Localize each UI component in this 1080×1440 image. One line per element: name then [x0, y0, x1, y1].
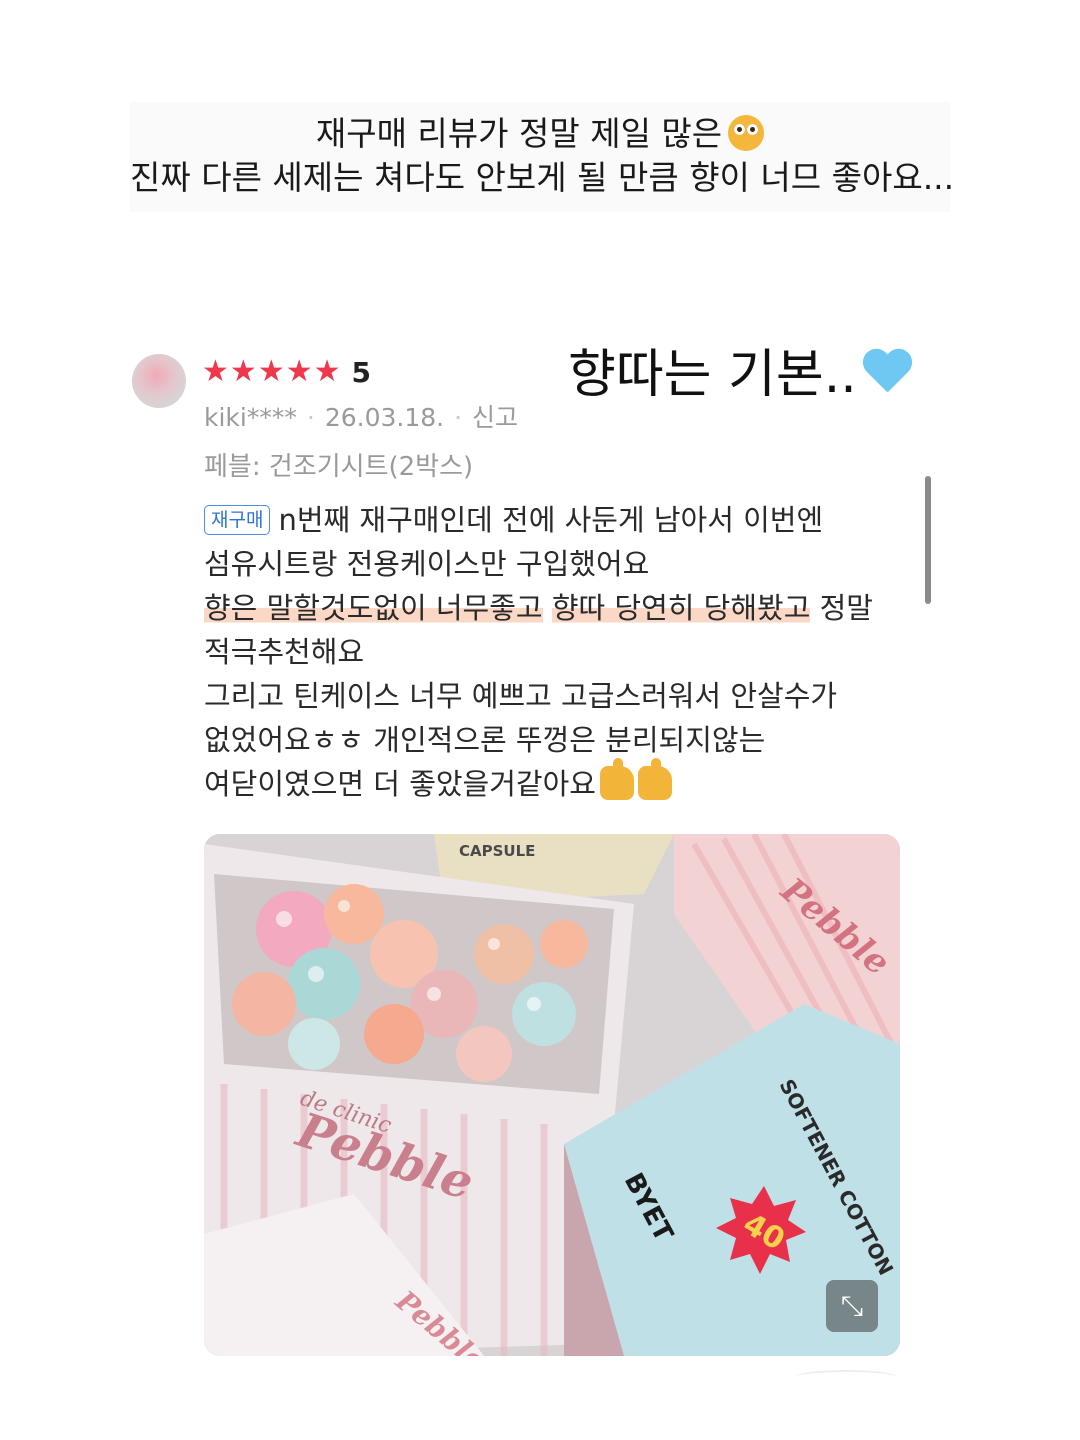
star-icon: ★: [202, 354, 229, 389]
review-photo[interactable]: CAPSULE Pebble de clinic Pebble SOFTENER…: [204, 834, 900, 1356]
star-icon: ★: [313, 354, 341, 389]
caption-line-1-text: 재구매 리뷰가 정말 제일 많은: [315, 114, 723, 153]
review-date: 26.03.18.: [324, 403, 445, 432]
review-line: 섬유시트랑 전용케이스만 구입했어요: [204, 547, 650, 581]
next-card-edge: [796, 1370, 896, 1384]
star-icon: ★: [285, 354, 313, 389]
overlay-sticker-text: 향따는 기본..: [568, 332, 913, 407]
thumbs-up-icon: [637, 758, 672, 800]
review-line: 없었어요ㅎㅎ 개인적으론 뚜껑은 분리되지않는: [204, 723, 766, 757]
expand-arrows-icon[interactable]: ⤡: [826, 1280, 878, 1332]
review-line-text: 여닫이였으면 더 좋았을거같아요: [204, 767, 596, 801]
scrollbar[interactable]: [925, 476, 931, 604]
rating-number: 5: [351, 355, 372, 389]
star-icon: ★: [257, 354, 285, 389]
photo-illustration: CAPSULE Pebble de clinic Pebble SOFTENER…: [204, 834, 900, 1356]
separator-dot: ·: [306, 403, 315, 432]
review-line: 재구매 n번째 재구매인데 전에 사둔게 남아서 이번엔: [204, 498, 904, 542]
star-rating: ★ ★ ★ ★ ★ 5: [202, 354, 371, 390]
screenshot-page: 재구매 리뷰가 정말 제일 많은 진짜 다른 세제는 쳐다도 안보게 될 만큼 …: [0, 0, 1080, 1440]
review-line: 그리고 틴케이스 너무 예쁘고 고급스러워서 안살수가: [204, 679, 838, 713]
report-link[interactable]: 신고: [472, 403, 518, 432]
caption-line-2: 진짜 다른 세제는 쳐다도 안보게 될 만큼 향이 너므 좋아요...: [130, 158, 955, 197]
light-blue-heart-icon: [861, 350, 913, 398]
review-line-text: n번째 재구매인데 전에 사둔게 남아서 이번엔: [278, 503, 824, 537]
reviewer-avatar[interactable]: [132, 354, 186, 408]
review-card: ★ ★ ★ ★ ★ 5 향따는 기본.. kiki**** · 26.03.18. ·…: [120, 318, 950, 1398]
capsule-box-label: CAPSULE: [459, 842, 535, 860]
review-line: 적극추천해요: [204, 635, 365, 669]
review-line-text: 정말: [810, 591, 873, 625]
review-line-text: [543, 591, 552, 625]
review-line: 여닫이였으면 더 좋았을거같아요: [204, 758, 904, 806]
purchased-option: 페블: 건조기시트(2박스): [204, 452, 474, 482]
flushed-face-icon: [728, 115, 765, 151]
highlighted-phrase: 향은 말할것도없이 너무좋고: [204, 591, 543, 625]
review-meta: kiki**** · 26.03.18. · 신고: [204, 398, 518, 434]
caption-line-1: 재구매 리뷰가 정말 제일 많은: [130, 112, 950, 156]
review-line: 향은 말할것도없이 너무좋고 향따 당연히 당해봤고 정말: [204, 586, 904, 630]
reviewer-name[interactable]: kiki****: [204, 403, 297, 432]
highlighted-phrase: 향따 당연히 당해봤고: [551, 591, 811, 625]
star-icon: ★: [229, 354, 257, 389]
repurchase-badge: 재구매: [204, 505, 271, 535]
separator-dot: ·: [454, 403, 463, 432]
review-body: 재구매 n번째 재구매인데 전에 사둔게 남아서 이번엔 섬유시트랑 전용케이스만…: [204, 498, 904, 806]
overlay-text-label: 향따는 기본..: [568, 345, 857, 405]
caption-banner: 재구매 리뷰가 정말 제일 많은 진짜 다른 세제는 쳐다도 안보게 될 만큼 …: [130, 102, 955, 212]
thumbs-up-icon: [599, 758, 634, 800]
